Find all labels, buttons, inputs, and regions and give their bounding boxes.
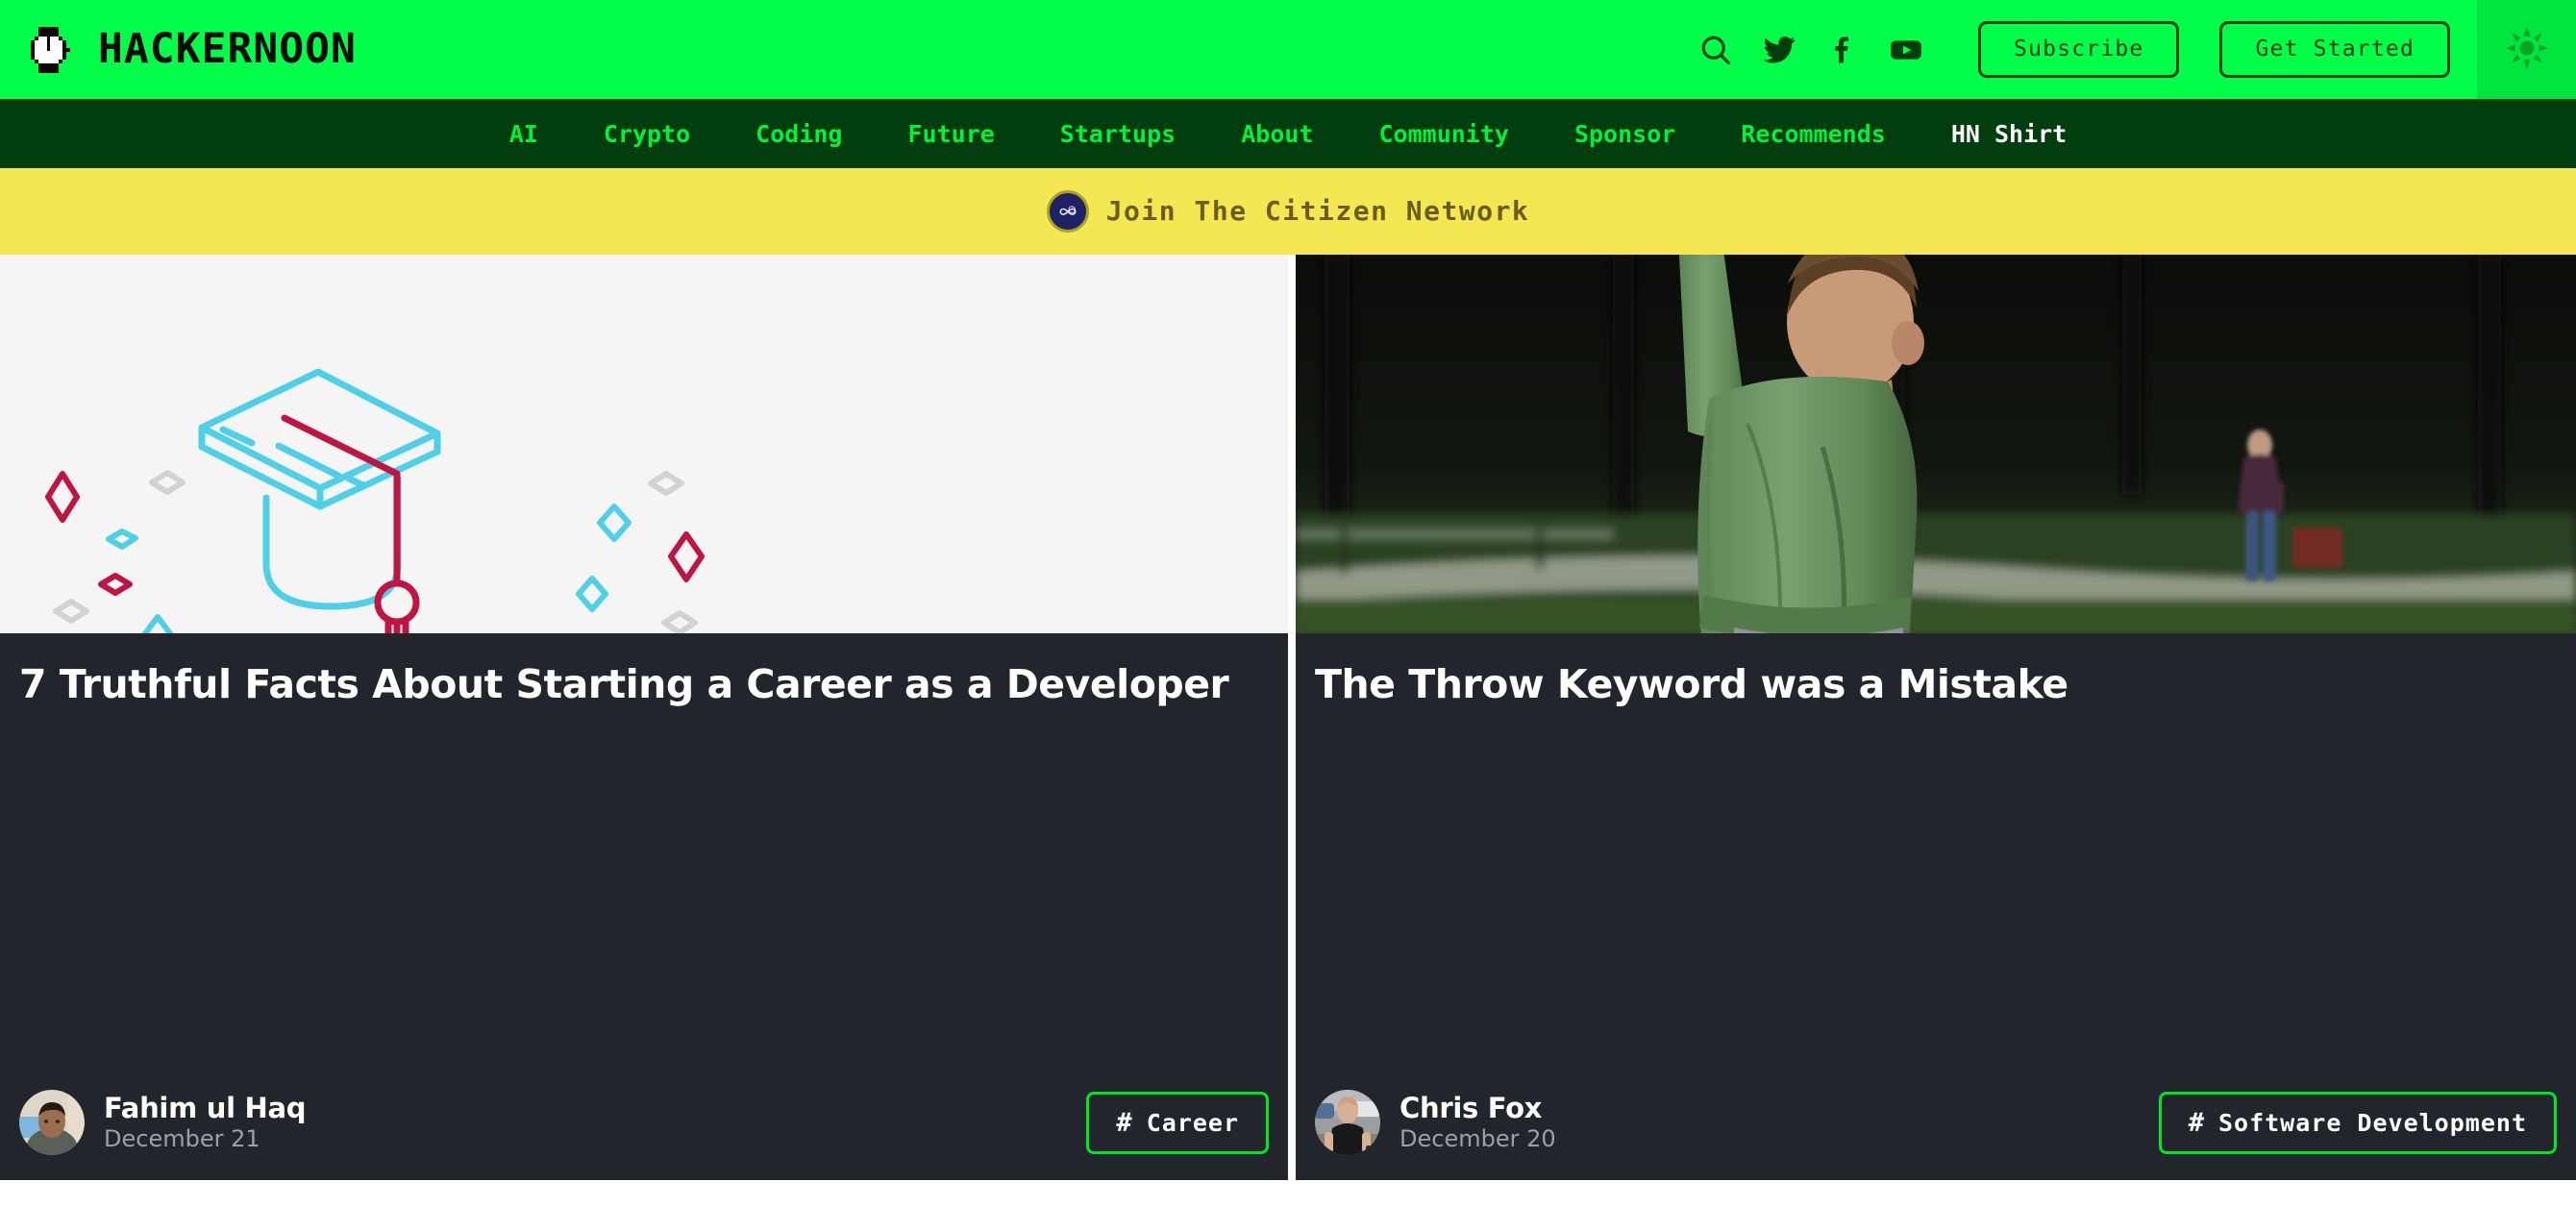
sun-icon xyxy=(2505,26,2548,73)
twitter-icon[interactable] xyxy=(1747,23,1811,77)
story-card-body: The Throw Keyword was a Mistake Chris Fo… xyxy=(1296,633,2576,1180)
nav-item-coding[interactable]: Coding xyxy=(723,122,875,146)
header-actions: Subscribe Get Started xyxy=(1684,20,2477,79)
get-started-button[interactable]: Get Started xyxy=(2219,20,2450,79)
story-card: The Throw Keyword was a Mistake Chris Fo… xyxy=(1288,255,2576,1180)
story-card: 7 Truthful Facts About Starting a Career… xyxy=(0,255,1288,1180)
author-avatar-chris-fox[interactable] xyxy=(1315,1090,1380,1155)
nav-item-recommends[interactable]: Recommends xyxy=(1708,122,1919,146)
featured-stories-grid: 7 Truthful Facts About Starting a Career… xyxy=(0,255,2576,1180)
author-name: Fahim ul Haq xyxy=(104,1091,307,1124)
publish-date: December 20 xyxy=(1399,1124,1556,1152)
pixel-watch-icon xyxy=(27,25,77,75)
header-right-group: Subscribe Get Started xyxy=(1684,0,2576,99)
publish-date: December 21 xyxy=(104,1124,260,1152)
story-tag-button[interactable]: # Software Development xyxy=(2158,1091,2557,1154)
brand-logo-link[interactable]: HACKERNOON xyxy=(27,25,357,75)
story-title[interactable]: 7 Truthful Facts About Starting a Career… xyxy=(19,661,1269,707)
main-navigation: AI Crypto Coding Future Startups About C… xyxy=(0,99,2576,168)
story-card-footer: Chris Fox December 20 # Software Develop… xyxy=(1315,1090,2557,1180)
facebook-icon[interactable] xyxy=(1811,23,1874,77)
boy-throwing-ball-photo[interactable] xyxy=(1296,255,2576,633)
citizen-network-banner[interactable]: Join The Citizen Network xyxy=(0,168,2576,255)
author-block[interactable]: Chris Fox December 20 xyxy=(1315,1090,1556,1155)
author-block[interactable]: Fahim ul Haq December 21 xyxy=(19,1090,307,1155)
brand-wordmark: HACKERNOON xyxy=(98,25,357,73)
nav-item-hn-shirt[interactable]: HN Shirt xyxy=(1919,122,2099,146)
nav-item-ai[interactable]: AI xyxy=(477,122,571,146)
story-card-body: 7 Truthful Facts About Starting a Career… xyxy=(0,633,1288,1180)
nav-item-future[interactable]: Future xyxy=(875,122,1027,146)
story-card-footer: Fahim ul Haq December 21 # Career xyxy=(19,1090,1269,1180)
author-meta: Fahim ul Haq December 21 xyxy=(104,1091,307,1153)
story-tag-label: Career xyxy=(1146,1108,1239,1137)
nav-item-sponsor[interactable]: Sponsor xyxy=(1542,122,1708,146)
nav-item-startups[interactable]: Startups xyxy=(1028,122,1208,146)
banner-text: Join The Citizen Network xyxy=(1105,195,1530,227)
author-meta: Chris Fox December 20 xyxy=(1399,1091,1556,1153)
nav-item-community[interactable]: Community xyxy=(1346,122,1541,146)
author-avatar-fahim-ul-haq[interactable] xyxy=(19,1090,85,1155)
story-tag-label: Software Development xyxy=(2217,1108,2527,1137)
hash-icon: # xyxy=(2188,1107,2205,1138)
top-header: HACKERNOON Subscribe Get Started xyxy=(0,0,2576,99)
author-name: Chris Fox xyxy=(1399,1091,1543,1124)
nav-item-about[interactable]: About xyxy=(1208,122,1346,146)
story-tag-button[interactable]: # Career xyxy=(1086,1091,1269,1154)
subscribe-button[interactable]: Subscribe xyxy=(1978,20,2180,79)
search-icon[interactable] xyxy=(1684,23,1747,77)
theme-toggle-button[interactable] xyxy=(2477,0,2576,99)
citizen-network-logo-icon xyxy=(1046,190,1089,233)
hash-icon: # xyxy=(1116,1107,1133,1138)
story-title[interactable]: The Throw Keyword was a Mistake xyxy=(1315,661,2557,707)
youtube-icon[interactable] xyxy=(1874,23,1938,77)
graduation-cap-diploma-illustration[interactable] xyxy=(0,255,1288,633)
nav-item-crypto[interactable]: Crypto xyxy=(571,122,723,146)
